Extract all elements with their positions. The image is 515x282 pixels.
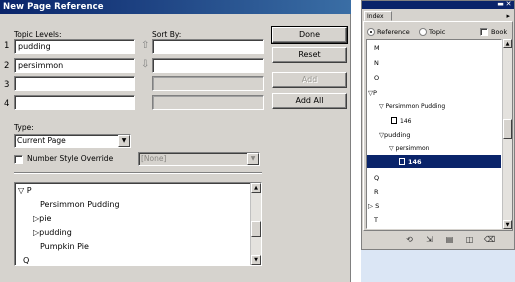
expand-triangle-icon[interactable]: ▽ — [18, 186, 24, 195]
add-all-button[interactable]: Add All — [272, 93, 347, 109]
type-select[interactable]: Current Page ▼ — [14, 134, 131, 148]
list-item[interactable]: R — [374, 188, 379, 196]
panel-title-bar: ▬ ✕ — [362, 1, 514, 9]
index-list[interactable]: M N O ▽P ▽ Persimmon Pudding 146 ▽puddin… — [366, 39, 502, 229]
go-to-selected-marker-icon[interactable]: ⇲ — [424, 234, 435, 245]
sort-by-4-input — [152, 95, 264, 110]
sort-by-2-input[interactable] — [152, 58, 264, 73]
index-panel: ▬ ✕ Index ▸ Reference Topic Book M N O ▽… — [361, 0, 515, 250]
sort-by-3-input — [152, 76, 264, 91]
level-number-4: 4 — [4, 99, 10, 109]
topic-list-scrollbar[interactable]: ▲ ▼ — [250, 183, 261, 265]
divider — [14, 172, 262, 174]
reference-radio[interactable] — [367, 28, 375, 36]
scroll-thumb[interactable] — [503, 119, 512, 139]
scroll-up-icon[interactable]: ▲ — [503, 39, 512, 48]
update-preview-icon[interactable]: ⟲ — [404, 234, 415, 245]
list-item[interactable]: ▽pudding — [379, 131, 411, 139]
type-label: Type: — [14, 123, 34, 132]
expand-triangle-icon[interactable]: ▽ — [389, 145, 394, 152]
new-entry-icon[interactable]: ◫ — [464, 234, 475, 245]
number-style-override-checkbox[interactable] — [14, 155, 23, 164]
list-item[interactable]: O — [374, 74, 379, 82]
reference-label: Reference — [377, 28, 410, 36]
scroll-up-icon[interactable]: ▲ — [251, 183, 261, 193]
list-item[interactable]: ▽ P — [18, 186, 32, 195]
chevron-down-icon[interactable]: ▼ — [118, 135, 130, 147]
list-item[interactable]: Persimmon Pudding — [40, 200, 120, 209]
add-button: Add — [272, 72, 347, 88]
index-list-scrollbar[interactable]: ▲ ▼ — [502, 39, 512, 229]
move-up-arrow-icon[interactable]: ⇧ — [141, 40, 149, 51]
close-icon[interactable]: ✕ — [505, 1, 512, 8]
panel-toolbar: ⟲ ⇲ ▤ ◫ ⌫ — [362, 231, 514, 249]
topic-level-4-input[interactable] — [14, 95, 135, 110]
dialog-title: New Page Reference — [0, 0, 351, 14]
level-number-1: 1 — [4, 41, 10, 51]
selection-highlight — [367, 155, 501, 168]
list-item[interactable]: Q — [374, 174, 379, 182]
chevron-down-icon: ▼ — [247, 153, 259, 165]
type-select-value: Current Page — [17, 136, 66, 145]
topic-radio[interactable] — [419, 28, 427, 36]
topic-level-3-input[interactable] — [14, 76, 135, 91]
list-item[interactable]: ▽ persimmon — [389, 145, 429, 152]
list-item[interactable]: ▷ S — [368, 202, 379, 210]
list-item[interactable]: N — [374, 59, 379, 67]
collapse-triangle-icon[interactable]: ▷ — [368, 202, 373, 210]
topic-levels-label: Topic Levels: — [14, 30, 62, 39]
list-item[interactable]: M — [374, 44, 380, 52]
sort-by-label: Sort By: — [152, 30, 182, 39]
book-checkbox[interactable] — [480, 28, 488, 36]
expand-triangle-icon[interactable]: ▽ — [379, 103, 384, 110]
delete-entry-icon[interactable]: ⌫ — [484, 234, 495, 245]
generate-index-icon[interactable]: ▤ — [444, 234, 455, 245]
number-style-override-label: Number Style Override — [27, 154, 114, 163]
background-area — [361, 250, 515, 282]
scroll-thumb[interactable] — [251, 221, 261, 237]
panel-menu-icon[interactable]: ▸ — [506, 12, 510, 20]
reset-button[interactable]: Reset — [272, 47, 347, 63]
page-reference-icon — [399, 158, 405, 165]
scroll-down-icon[interactable]: ▼ — [503, 220, 512, 229]
list-item[interactable]: ▽P — [368, 89, 377, 97]
list-item-selected[interactable]: 146 — [399, 158, 422, 166]
list-item[interactable]: Pumpkin Pie — [40, 242, 89, 251]
list-item[interactable]: 146 — [391, 117, 411, 125]
topic-label: Topic — [429, 28, 446, 36]
minimize-icon[interactable]: ▬ — [497, 1, 504, 8]
list-item[interactable]: ▷pie — [33, 214, 51, 223]
topic-level-2-input[interactable]: persimmon — [14, 58, 135, 73]
new-page-reference-dialog: New Page Reference Topic Levels: Sort By… — [0, 0, 351, 282]
book-label: Book — [491, 28, 508, 36]
list-item[interactable]: ▽ Persimmon Pudding — [379, 103, 445, 110]
number-style-select: [None] ▼ — [138, 152, 260, 166]
level-number-3: 3 — [4, 80, 10, 90]
topic-level-1-input[interactable]: pudding — [14, 39, 135, 54]
list-item[interactable]: Q — [23, 256, 29, 265]
list-item[interactable]: T — [374, 216, 378, 224]
move-down-arrow-icon[interactable]: ⇩ — [141, 59, 149, 70]
sort-by-1-input[interactable] — [152, 39, 264, 54]
scroll-down-icon[interactable]: ▼ — [251, 255, 261, 265]
done-button[interactable]: Done — [271, 26, 348, 44]
tab-index[interactable]: Index — [364, 11, 392, 21]
topic-list[interactable]: ▽ P Persimmon Pudding ▷pie ▷pudding Pump… — [14, 182, 262, 266]
level-number-2: 2 — [4, 61, 10, 71]
list-item[interactable]: ▷pudding — [33, 228, 72, 237]
page-reference-icon — [391, 117, 397, 124]
number-style-value: [None] — [141, 154, 167, 163]
